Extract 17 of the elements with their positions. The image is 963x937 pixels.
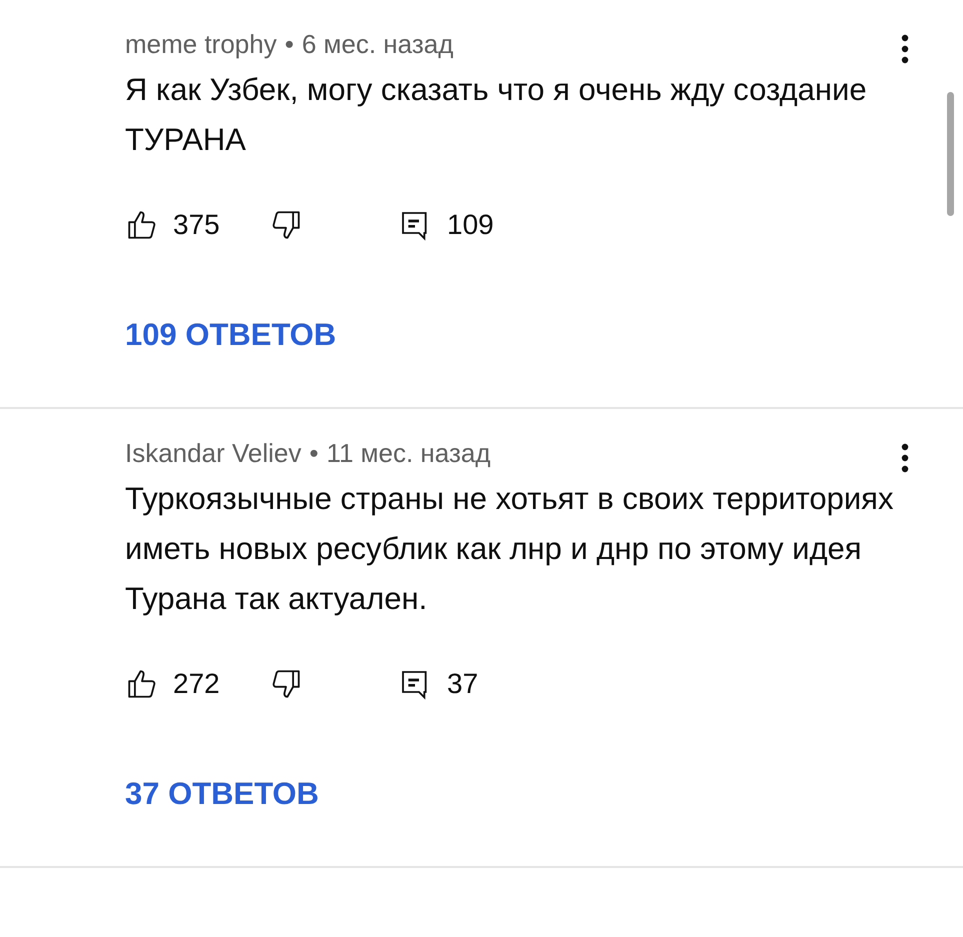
comment-text: Туркоязычные страны не хотьят в своих территориях иметь новых ресублик как лнр и днр по этому идея Турана так актуален. xyxy=(125,480,894,618)
replies-link[interactable]: 37 ОТВЕТОВ xyxy=(125,774,319,814)
scrollbar[interactable] xyxy=(947,92,954,216)
separator-dot: • xyxy=(284,28,294,61)
more-options-icon[interactable] xyxy=(901,34,909,64)
comment-author[interactable]: Iskandar Veliev xyxy=(125,436,302,470)
like-count: 375 xyxy=(173,208,221,242)
more-options-icon[interactable] xyxy=(901,443,909,473)
comment-time: 11 мес. назад xyxy=(326,437,491,470)
reply-count: 37 xyxy=(447,667,478,701)
reply-count: 109 xyxy=(447,208,494,242)
comment-time: 6 мес. назад xyxy=(302,28,454,61)
like-count: 272 xyxy=(173,667,221,701)
comment-author[interactable]: meme trophy xyxy=(125,27,277,61)
replies-link[interactable]: 109 ОТВЕТОВ xyxy=(125,315,336,355)
separator-dot: • xyxy=(309,437,318,470)
comment-text: Я как Узбек, могу сказать что я очень жду создание ТУРАНА xyxy=(125,71,868,159)
